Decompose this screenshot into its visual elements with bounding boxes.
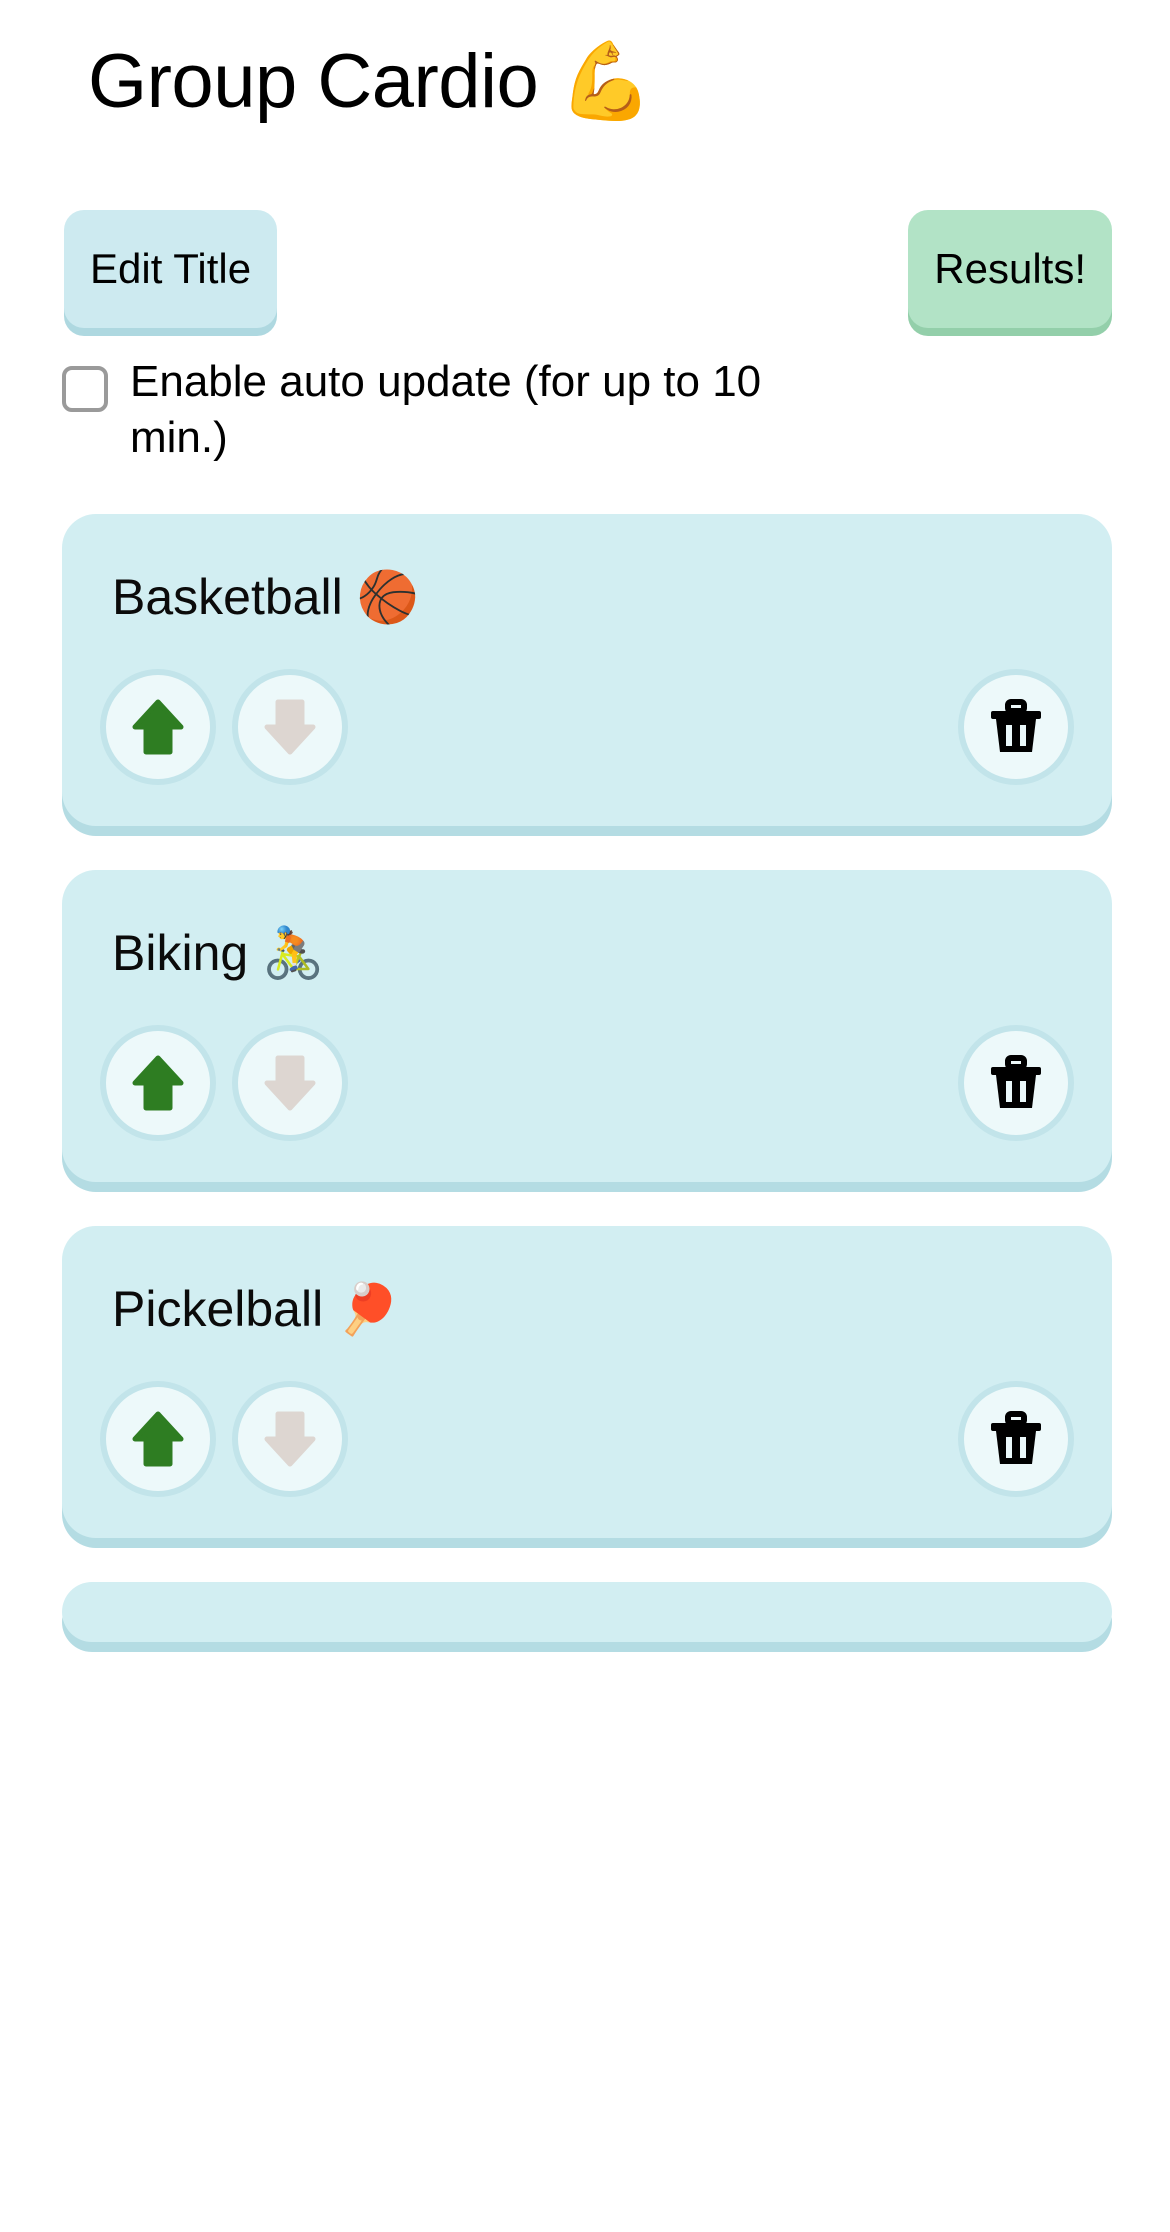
activity-card[interactable]: Biking 🚴 (62, 870, 1112, 1183)
arrow-up-icon (132, 1411, 184, 1467)
arrow-up-icon (132, 1055, 184, 1111)
activity-card-actions (106, 1031, 1068, 1136)
arrow-up-icon (132, 699, 184, 755)
activity-card[interactable]: Pickelball 🏓 (62, 1226, 1112, 1539)
move-down-button[interactable] (238, 1387, 342, 1492)
activity-card-title: Pickelball 🏓 (112, 1281, 400, 1338)
activity-card-actions (106, 675, 1068, 780)
activity-card-partial[interactable] (62, 1582, 1112, 1643)
results-button[interactable]: Results! (908, 209, 1112, 328)
activity-card-actions (106, 1387, 1068, 1492)
trash-icon (989, 1055, 1043, 1111)
activity-card-title: Biking 🚴 (112, 925, 325, 982)
arrow-down-icon (264, 1055, 316, 1111)
activity-card-list: Basketball 🏀 Biking 🚴 Pickelball 🏓 (0, 514, 1170, 1643)
app-root: Group Cardio 💪 Edit Title Results! Enabl… (0, 0, 1170, 2232)
move-down-button[interactable] (238, 1031, 342, 1136)
move-up-button[interactable] (106, 1387, 210, 1492)
move-down-button[interactable] (238, 675, 342, 780)
top-actions-bar: Edit Title Results! (0, 209, 1170, 360)
activity-card[interactable]: Basketball 🏀 (62, 514, 1112, 827)
delete-button[interactable] (964, 675, 1068, 780)
delete-button[interactable] (964, 1387, 1068, 1492)
arrow-down-icon (264, 1411, 316, 1467)
edit-title-button[interactable]: Edit Title (64, 209, 278, 328)
page-title: Group Cardio 💪 (88, 39, 653, 124)
trash-icon (989, 1411, 1043, 1467)
auto-update-checkbox[interactable] (62, 365, 108, 412)
move-up-button[interactable] (106, 675, 210, 780)
delete-button[interactable] (964, 1031, 1068, 1136)
auto-update-label: Enable auto update (for up to 10 min.) (130, 356, 762, 462)
auto-update-row[interactable]: Enable auto update (for up to 10 min.) (0, 354, 1170, 467)
trash-icon (989, 699, 1043, 755)
arrow-down-icon (264, 699, 316, 755)
move-up-button[interactable] (106, 1031, 210, 1136)
activity-card-title: Basketball 🏀 (112, 569, 419, 626)
